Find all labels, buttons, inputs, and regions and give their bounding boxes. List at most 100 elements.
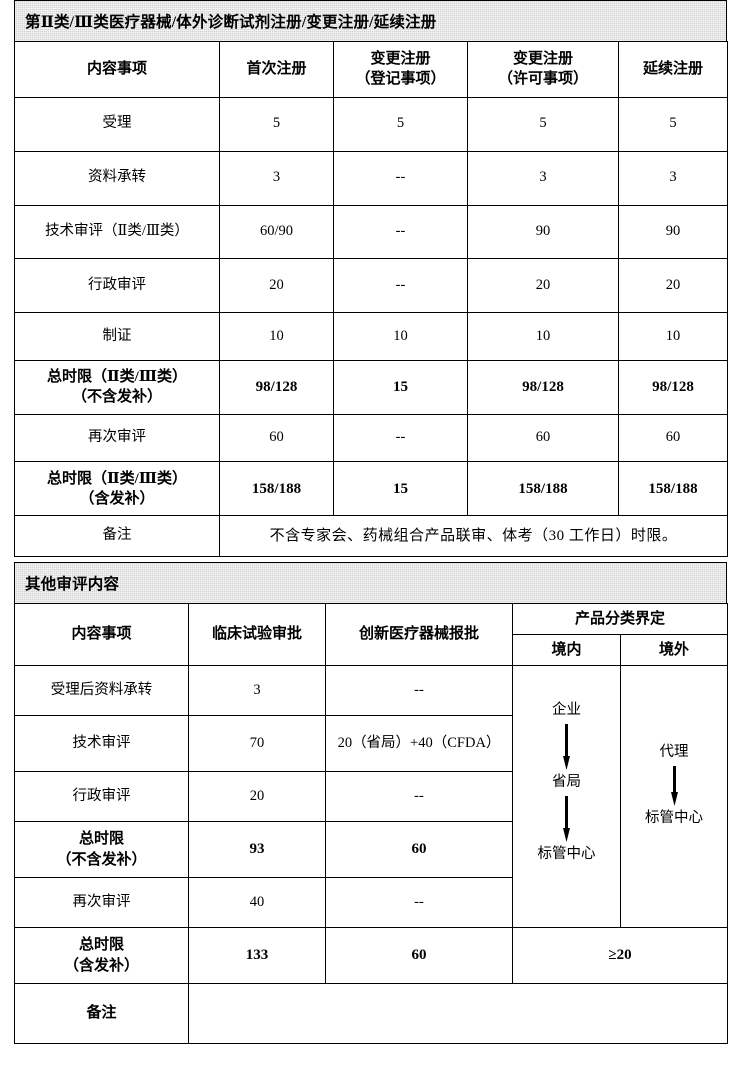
table1-header-col5-line1: 延续注册 bbox=[642, 61, 703, 78]
classification-flow-foreign-cell: 代理 标管中心 bbox=[619, 665, 729, 928]
section1-banner: 第Ⅱ类/Ⅲ类医疗器械/体外诊断试剂注册/变更注册/延续注册 bbox=[14, 0, 727, 41]
section1-title: 第Ⅱ类/Ⅲ类医疗器械/体外诊断试剂注册/变更注册/延续注册 bbox=[25, 14, 437, 31]
table1-header-col1-line1: 内容事项 bbox=[86, 61, 147, 78]
table1-row2-label: 技术审评（Ⅱ类/Ⅲ类） bbox=[14, 204, 220, 260]
other-review-table: 内容事项 临床试验审批 创新医疗器械报批 产品分类界定 境内 境外 受理后资料承… bbox=[14, 603, 729, 1044]
table1-row7-col5: 158/188 bbox=[618, 461, 728, 517]
table1-row0-col2: 5 bbox=[219, 96, 334, 152]
table-row: 再次审评 60 -- 60 60 bbox=[14, 413, 728, 463]
table1-note-row: 备注 不含专家会、药械组合产品联审、体考（30 工作日）时限。 bbox=[14, 515, 728, 557]
flow-foreign: 代理 标管中心 bbox=[621, 744, 727, 828]
table1-row5-label-line2: （不含发补） bbox=[71, 389, 162, 406]
table1-row1-col3: -- bbox=[333, 150, 468, 206]
table2-note-row: 备注 bbox=[14, 983, 729, 1044]
table1-note-label: 备注 bbox=[14, 515, 220, 557]
table1-row7-col2: 158/188 bbox=[219, 461, 334, 517]
table2-row0-label: 受理后资料承转 bbox=[14, 665, 189, 716]
table1-row6-col4: 60 bbox=[467, 413, 619, 463]
document-page: 第Ⅱ类/Ⅲ类医疗器械/体外诊断试剂注册/变更注册/延续注册 内容事项 首次注册 … bbox=[0, 0, 741, 1080]
table1-header-col4-line1: 变更注册 bbox=[512, 51, 573, 68]
table1-row7-label-line1: 总时限（Ⅱ类/Ⅲ类） bbox=[46, 470, 188, 487]
table1-header-col2-line1: 首次注册 bbox=[246, 61, 307, 78]
table1-row3-col5: 20 bbox=[618, 258, 728, 314]
table1-header-col1: 内容事项 bbox=[14, 41, 220, 98]
table1-note-text: 不含专家会、药械组合产品联审、体考（30 工作日）时限。 bbox=[219, 515, 728, 557]
table-row: 总时限（Ⅱ类/Ⅲ类） （含发补） 158/188 15 158/188 158/… bbox=[14, 461, 728, 517]
flow-foreign-node-0: 代理 bbox=[659, 744, 689, 760]
table1-row4-label: 制证 bbox=[14, 312, 220, 361]
table-row: 行政审评 20 -- 20 20 bbox=[14, 258, 728, 314]
table2-row2-label: 行政审评 bbox=[14, 771, 189, 822]
table1-row3-col4: 20 bbox=[467, 258, 619, 314]
table2-header-col1: 内容事项 bbox=[14, 603, 189, 666]
table1-row7-col3: 15 bbox=[333, 461, 468, 517]
table1-header-row: 内容事项 首次注册 变更注册 （登记事项） 变更注册 （许可事项） 延续注册 bbox=[14, 41, 728, 98]
table2-header-sub-foreign: 境外 bbox=[619, 634, 729, 666]
table1-row7-label-line2: （含发补） bbox=[79, 490, 155, 507]
table1-row4-col3: 10 bbox=[333, 312, 468, 361]
table-row: 受理 5 5 5 5 bbox=[14, 96, 728, 152]
table1-row2-col2: 60/90 bbox=[219, 204, 334, 260]
section2-banner: 其他审评内容 bbox=[14, 562, 727, 603]
table2-row2-col3: -- bbox=[325, 771, 513, 822]
table1-row5-label-line1: 总时限（Ⅱ类/Ⅲ类） bbox=[46, 369, 188, 386]
table-row: 技术审评（Ⅱ类/Ⅲ类） 60/90 -- 90 90 bbox=[14, 204, 728, 260]
table1-row2-col5: 90 bbox=[618, 204, 728, 260]
table-row: 受理后资料承转 3 -- 企业 省局 标管中心 代理 标管中心 bbox=[14, 665, 729, 928]
table1-header-col4-line2: （许可事项） bbox=[497, 71, 588, 88]
table2-row2-col2: 20 bbox=[188, 771, 326, 822]
table1-row6-col3: -- bbox=[333, 413, 468, 463]
table1-row4-col2: 10 bbox=[219, 312, 334, 361]
table1-header-col3-line1: 变更注册 bbox=[370, 51, 431, 68]
table2-total-label-line1: 总时限 bbox=[78, 937, 124, 954]
flow-domestic-node-2: 标管中心 bbox=[537, 845, 596, 862]
registration-timeline-table: 内容事项 首次注册 变更注册 （登记事项） 变更注册 （许可事项） 延续注册 受… bbox=[14, 41, 728, 557]
section2-title: 其他审评内容 bbox=[25, 576, 120, 593]
table2-row1-label: 技术审评 bbox=[14, 715, 189, 772]
table2-row3-col3: 60 bbox=[325, 821, 513, 878]
table1-row2-col3: -- bbox=[333, 204, 468, 260]
table1-header-col2: 首次注册 bbox=[219, 41, 334, 98]
table2-total-row: 总时限 （含发补） 133 60 ≥20 bbox=[14, 927, 729, 984]
table1-row3-col3: -- bbox=[333, 258, 468, 314]
table2-row3-label-line2: （不含发补） bbox=[56, 851, 147, 868]
table2-header-col2: 临床试验审批 bbox=[188, 603, 326, 666]
table2-total-classification: ≥20 bbox=[511, 927, 729, 984]
arrow-down-icon bbox=[563, 795, 570, 842]
table2-header-sub-domestic: 境内 bbox=[512, 634, 621, 666]
table1-row6-label: 再次审评 bbox=[14, 413, 220, 463]
table1-row5-label: 总时限（Ⅱ类/Ⅲ类） （不含发补） bbox=[14, 359, 220, 415]
flow-foreign-node-1: 标管中心 bbox=[645, 809, 703, 826]
table1-row7-label: 总时限（Ⅱ类/Ⅲ类） （含发补） bbox=[14, 461, 220, 517]
table2-row4-col2: 40 bbox=[188, 877, 326, 928]
table2-header-col3: 创新医疗器械报批 bbox=[325, 603, 513, 666]
table-row: 资料承转 3 -- 3 3 bbox=[14, 150, 728, 206]
table1-header-col5: 延续注册 bbox=[618, 41, 728, 98]
table1-row3-col2: 20 bbox=[219, 258, 334, 314]
table1-row5-col2: 98/128 bbox=[219, 359, 334, 415]
table2-row3-col2: 93 bbox=[188, 821, 326, 878]
table1-row6-col5: 60 bbox=[618, 413, 728, 463]
arrow-down-icon bbox=[563, 723, 570, 770]
table2-note-label: 备注 bbox=[14, 983, 189, 1044]
table2-row1-col3: 20（省局）+40（CFDA） bbox=[325, 715, 513, 772]
table2-header-group-classification: 产品分类界定 bbox=[511, 603, 729, 635]
table1-row1-col2: 3 bbox=[219, 150, 334, 206]
table1-header-col3: 变更注册 （登记事项） bbox=[333, 41, 468, 98]
classification-flow-domestic-cell: 企业 省局 标管中心 bbox=[512, 665, 621, 928]
table1-row5-col3: 15 bbox=[333, 359, 468, 415]
table-row: 总时限（Ⅱ类/Ⅲ类） （不含发补） 98/128 15 98/128 98/12… bbox=[14, 359, 728, 415]
table1-row0-col3: 5 bbox=[333, 96, 468, 152]
table2-total-col3: 60 bbox=[325, 927, 513, 984]
table1-row0-label: 受理 bbox=[14, 96, 220, 152]
table2-row3-label: 总时限 （不含发补） bbox=[14, 821, 189, 878]
table2-note-value bbox=[187, 983, 729, 1044]
table1-row6-col2: 60 bbox=[219, 413, 334, 463]
flow-domestic-node-0: 企业 bbox=[552, 702, 581, 718]
table1-row1-col5: 3 bbox=[618, 150, 728, 206]
arrow-down-icon bbox=[670, 765, 678, 806]
table2-row4-col3: -- bbox=[325, 877, 513, 928]
table1-row0-col4: 5 bbox=[467, 96, 619, 152]
table2-row4-label: 再次审评 bbox=[14, 877, 189, 928]
table-row: 制证 10 10 10 10 bbox=[14, 312, 728, 361]
